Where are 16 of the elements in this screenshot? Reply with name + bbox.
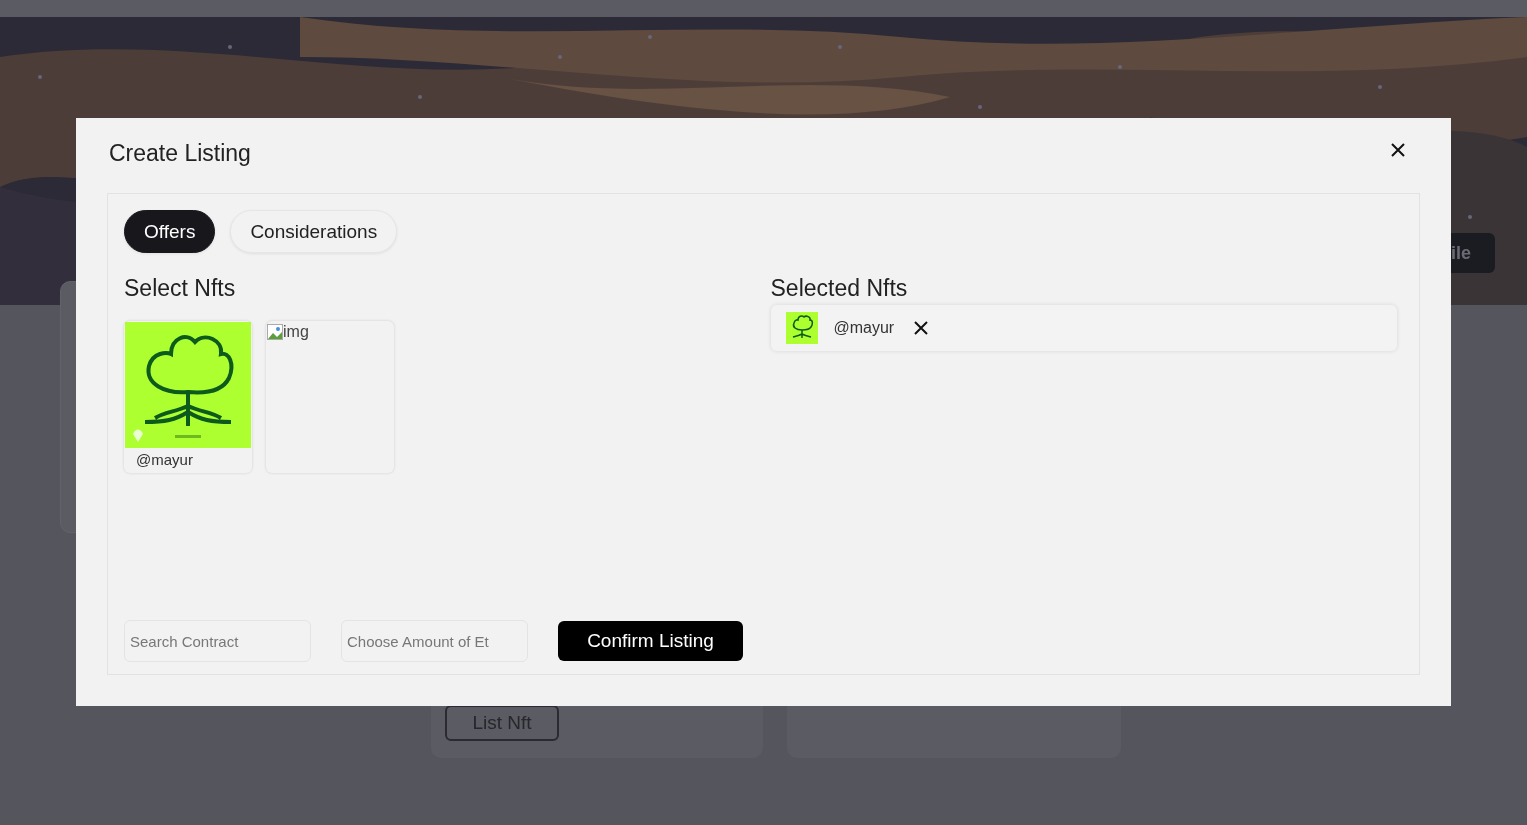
alt-text: img <box>283 323 309 341</box>
remove-icon[interactable] <box>914 321 929 335</box>
search-field[interactable]: Search Contract <box>124 620 311 662</box>
nft-name: @mayur <box>135 450 194 468</box>
tab[interactable]: Offers <box>124 210 216 253</box>
section-heading: Select Nfts <box>124 275 237 303</box>
confirm-listing-button[interactable]: Confirm Listing <box>558 621 743 661</box>
tab[interactable]: Considerations <box>230 210 398 253</box>
nft-card[interactable]: @mayur <box>124 321 252 473</box>
close-icon[interactable] <box>1390 141 1406 158</box>
broken-image-icon <box>267 324 283 340</box>
amount-field[interactable]: Choose Amount of Et <box>341 620 528 662</box>
dialog-title: Create Listing <box>109 140 251 167</box>
nft-name: @mayur <box>833 319 895 337</box>
nft-card[interactable]: img <box>266 321 394 473</box>
section-heading: Selected Nfts <box>770 275 909 303</box>
